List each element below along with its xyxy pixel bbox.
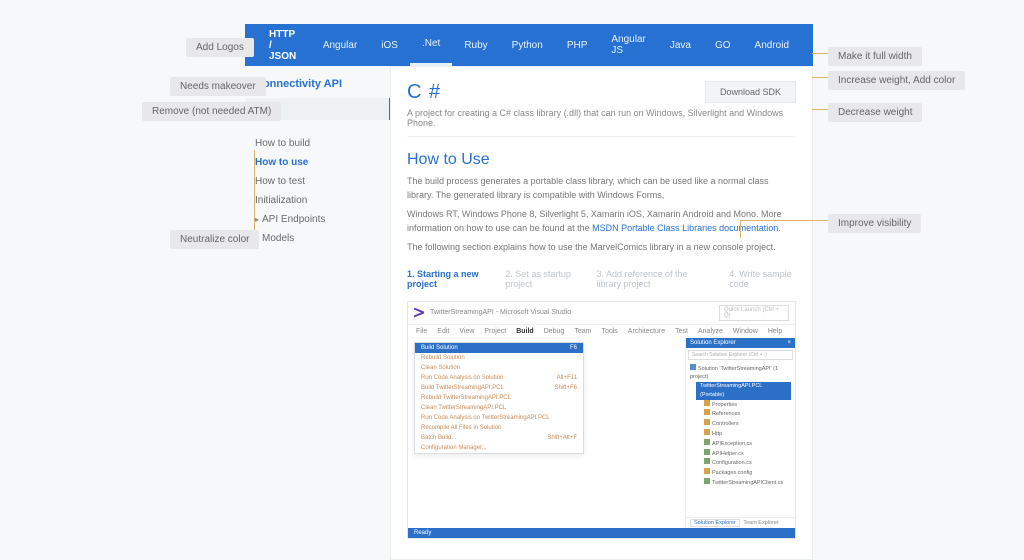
annotation-full-width: Make it full width	[828, 47, 922, 66]
ide-titlebar: TwitterStreamingAPI - Microsoft Visual S…	[408, 302, 795, 325]
menu-view[interactable]: View	[459, 328, 474, 335]
menu-debug[interactable]: Debug	[544, 328, 565, 335]
annotation-improve-visibility: Improve visibility	[828, 214, 921, 233]
tree-root[interactable]: Solution 'TwitterStreamingAPI' (1 projec…	[690, 364, 791, 383]
dd-item[interactable]: Clean Solution	[415, 363, 583, 373]
menu-team[interactable]: Team	[574, 328, 591, 335]
tab-team-explorer[interactable]: Team Explorer	[743, 520, 778, 526]
menu-file[interactable]: File	[416, 328, 427, 335]
ide-menubar: File Edit View Project Build Debug Team …	[408, 325, 795, 338]
nav-java[interactable]: Java	[658, 24, 703, 66]
tree-project[interactable]: TwitterStreamingAPI.PCL (Portable)	[696, 382, 791, 400]
annotation-needs-makeover: Needs makeover	[170, 77, 266, 96]
top-nav: HTTP / JSON Angular iOS .Net Ruby Python…	[245, 24, 813, 66]
sidebar-item-how-to-build[interactable]: How to build	[255, 134, 385, 153]
nav-go[interactable]: GO	[703, 24, 743, 66]
dd-item[interactable]: Clean TwitterStreamingAPI.PCL	[415, 403, 583, 413]
menu-architecture[interactable]: Architecture	[628, 328, 665, 335]
main-content: C # Download SDK A project for creating …	[390, 66, 813, 560]
tree-node[interactable]: TwitterStreamingAPIClient.cs	[704, 478, 791, 488]
menu-build[interactable]: Build	[516, 328, 534, 335]
tree-node[interactable]: Packages.config	[704, 468, 791, 478]
tree-node[interactable]: Properties	[704, 400, 791, 410]
paragraph-2: Windows RT, Windows Phone 8, Silverlight…	[407, 208, 796, 235]
build-dropdown: Build Solution F6 Rebuild Solution Clean…	[414, 342, 584, 454]
ide-editor-area: Build Solution F6 Rebuild Solution Clean…	[408, 338, 685, 528]
ide-window-title: TwitterStreamingAPI - Microsoft Visual S…	[430, 309, 719, 316]
annotation-add-logos: Add Logos	[186, 38, 254, 57]
dropdown-header-label: Build Solution	[421, 345, 458, 351]
dd-item[interactable]: Recompile All Files in Solution	[415, 423, 583, 433]
ide-screenshot: TwitterStreamingAPI - Microsoft Visual S…	[407, 301, 796, 539]
tree-node[interactable]: APIHelper.cs	[704, 449, 791, 459]
msdn-link[interactable]: MSDN Portable Class Libraries documentat…	[592, 223, 778, 233]
step-1[interactable]: 1. Starting a new project	[407, 269, 489, 289]
nav-angular[interactable]: Angular	[311, 24, 369, 66]
menu-project[interactable]: Project	[484, 328, 506, 335]
tree-node[interactable]: Configuration.cs	[704, 458, 791, 468]
step-4[interactable]: 4. Write sample code	[729, 269, 796, 289]
menu-tools[interactable]: Tools	[601, 328, 617, 335]
menu-edit[interactable]: Edit	[437, 328, 449, 335]
tree-node[interactable]: References	[704, 409, 791, 419]
nav-angularjs[interactable]: Angular JS	[599, 24, 657, 66]
sidebar: Connectivity API Search How to build How…	[245, 66, 385, 248]
nav-php[interactable]: PHP	[555, 24, 600, 66]
page-subtitle: A project for creating a C# class librar…	[407, 108, 796, 137]
dd-item[interactable]: Configuration Manager...	[415, 443, 583, 453]
solution-explorer-tabs: Solution Explorer Team Explorer	[686, 517, 795, 528]
solution-explorer: Solution Explorer× Search Solution Explo…	[685, 338, 795, 528]
sidebar-title: Connectivity API	[245, 66, 385, 98]
sidebar-item-initialization[interactable]: Initialization	[255, 191, 385, 210]
annotation-increase-weight: Increase weight, Add color	[828, 71, 965, 90]
sidebar-item-how-to-use[interactable]: How to use	[255, 153, 385, 172]
solution-explorer-search[interactable]: Search Solution Explorer (Ctrl + ;)	[688, 350, 793, 360]
nav-ios[interactable]: iOS	[369, 24, 410, 66]
paragraph-3: The following section explains how to us…	[407, 241, 796, 255]
menu-analyze[interactable]: Analyze	[698, 328, 723, 335]
annotation-decrease-weight: Decrease weight	[828, 103, 922, 122]
tree-node[interactable]: Http	[704, 429, 791, 439]
dd-item[interactable]: Run Code Analysis on SolutionAlt+F11	[415, 373, 583, 383]
solution-tree: Solution 'TwitterStreamingAPI' (1 projec…	[686, 362, 795, 490]
close-icon[interactable]: ×	[787, 340, 791, 346]
dd-item[interactable]: Build TwitterStreamingAPI.PCLShift+F6	[415, 383, 583, 393]
steps-row: 1. Starting a new project 2. Set as star…	[407, 269, 796, 289]
dropdown-header[interactable]: Build Solution F6	[415, 343, 583, 353]
dd-item[interactable]: Run Code Analysis on TwitterStreamingAPI…	[415, 413, 583, 423]
sidebar-item-api-endpoints[interactable]: API Endpoints	[255, 210, 385, 229]
annotation-neutralize: Neutralize color	[170, 230, 259, 249]
paragraph-1: The build process generates a portable c…	[407, 175, 796, 202]
tree-node[interactable]: Controllers	[704, 419, 791, 429]
annotation-remove: Remove (not needed ATM)	[142, 102, 281, 121]
menu-window[interactable]: Window	[733, 328, 758, 335]
tree-node[interactable]: APIException.cs	[704, 439, 791, 449]
sidebar-nav: How to build How to use How to test Init…	[245, 130, 385, 248]
menu-test[interactable]: Test	[675, 328, 688, 335]
ide-body: Build Solution F6 Rebuild Solution Clean…	[408, 338, 795, 528]
section-title: How to Use	[407, 151, 796, 169]
sidebar-item-models[interactable]: Models	[255, 229, 385, 248]
sidebar-item-how-to-test[interactable]: How to test	[255, 172, 385, 191]
nav-android[interactable]: Android	[743, 24, 801, 66]
nav-ruby[interactable]: Ruby	[452, 24, 499, 66]
nav-http-json[interactable]: HTTP / JSON	[257, 24, 311, 66]
vs-logo-icon	[414, 308, 424, 318]
dd-item[interactable]: Rebuild TwitterStreamingAPI.PCL	[415, 393, 583, 403]
menu-help[interactable]: Help	[768, 328, 782, 335]
step-2[interactable]: 2. Set as startup project	[505, 269, 580, 289]
nav-python[interactable]: Python	[500, 24, 555, 66]
download-sdk-button[interactable]: Download SDK	[705, 81, 796, 103]
dd-item[interactable]: Rebuild Solution	[415, 353, 583, 363]
tab-solution-explorer[interactable]: Solution Explorer	[690, 519, 740, 527]
page-title: C #	[407, 81, 441, 104]
dd-item[interactable]: Batch Build...Shift+Alt+F	[415, 433, 583, 443]
step-3[interactable]: 3. Add reference of the library project	[597, 269, 714, 289]
dropdown-header-shortcut: F6	[570, 345, 577, 351]
solution-explorer-title: Solution Explorer×	[686, 338, 795, 348]
nav-dotnet[interactable]: .Net	[410, 24, 452, 66]
ide-status-bar: Ready	[408, 528, 795, 538]
quick-launch-input[interactable]: Quick Launch (Ctrl + Q)	[719, 305, 789, 321]
